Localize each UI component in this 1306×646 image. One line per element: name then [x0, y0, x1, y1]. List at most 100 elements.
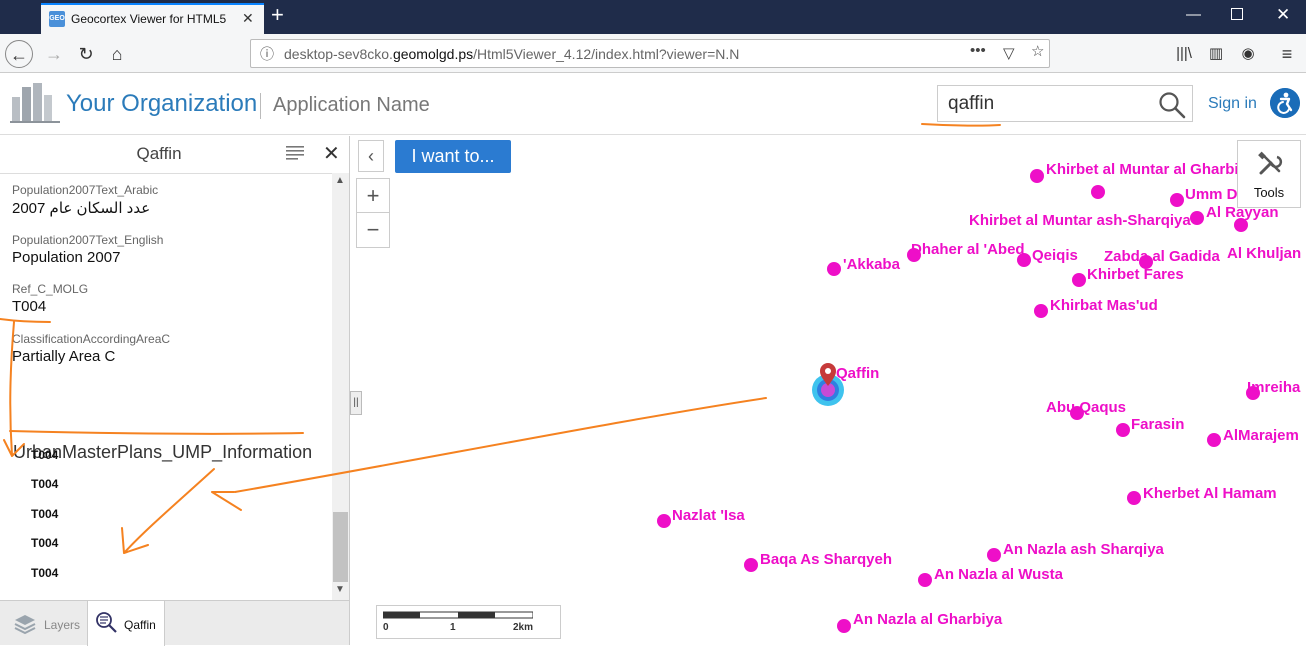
- place-marker[interactable]: [827, 262, 841, 276]
- new-tab-icon[interactable]: +: [271, 4, 284, 26]
- search-icon[interactable]: [1158, 91, 1186, 119]
- list-item[interactable]: T004: [31, 507, 58, 521]
- place-label: Khirbet al Muntar ash-Sharqiya: [969, 212, 1191, 229]
- field-label: Population2007Text_Arabic: [12, 183, 159, 197]
- tab-layers[interactable]: Layers: [0, 601, 87, 646]
- panel-scrollbar[interactable]: ▲ ▼: [332, 173, 349, 600]
- accessibility-icon[interactable]: [1270, 88, 1300, 118]
- place-label: AlMarajem: [1223, 427, 1299, 444]
- url-bar[interactable]: ⓘ desktop-sev8cko.geomolgd.ps/Html5Viewe…: [250, 39, 1050, 68]
- place-marker[interactable]: [1234, 218, 1248, 232]
- forward-arrow-icon[interactable]: →: [40, 40, 68, 68]
- selected-place-label: Qaffin: [836, 365, 879, 382]
- place-marker[interactable]: [744, 558, 758, 572]
- app-header: Your Organization Application Name Sign …: [0, 73, 1306, 135]
- place-label: Nazlat 'Isa: [672, 507, 745, 524]
- scrollbar-thumb[interactable]: [333, 512, 348, 582]
- map-canvas[interactable]: Khirbet al Muntar al GharbiyaUmm DarKhir…: [350, 136, 1306, 645]
- place-label: 'Akkaba: [843, 256, 901, 273]
- place-label: Abu Qaqus: [1046, 399, 1126, 416]
- place-marker[interactable]: [1072, 273, 1086, 287]
- scroll-down-icon[interactable]: ▼: [335, 584, 345, 595]
- sign-in-link[interactable]: Sign in: [1208, 95, 1257, 113]
- i-want-to-button[interactable]: I want to...: [395, 140, 511, 173]
- place-marker[interactable]: [987, 548, 1001, 562]
- collapse-panel-button[interactable]: ‹: [358, 140, 384, 172]
- minimize-icon[interactable]: —: [1186, 6, 1201, 23]
- browser-tab[interactable]: GEO Geocortex Viewer for HTML5 ✕: [41, 3, 264, 34]
- field-label: Population2007Text_English: [12, 233, 164, 247]
- application-name: Application Name: [273, 94, 430, 116]
- place-marker[interactable]: [837, 619, 851, 633]
- place-label: Zabda al Gadida: [1104, 248, 1221, 265]
- field-label: Ref_C_MOLG: [12, 282, 89, 296]
- results-list-icon: [96, 612, 117, 633]
- browser-nav-bar: ← → ↻ ⌂ ⓘ desktop-sev8cko.geomolgd.ps/Ht…: [0, 34, 1306, 73]
- pocket-icon[interactable]: ▽: [1003, 44, 1015, 62]
- panel-title: Qaffin: [136, 144, 182, 163]
- place-marker[interactable]: [1017, 253, 1031, 267]
- search-box[interactable]: [937, 85, 1193, 122]
- zoom-out-button[interactable]: −: [357, 214, 389, 248]
- browser-tab-bar: GEO Geocortex Viewer for HTML5 ✕ + — ✕: [0, 0, 1306, 34]
- field-value: Population 2007: [12, 249, 121, 266]
- place-markers-layer: Khirbet al Muntar al GharbiyaUmm DarKhir…: [657, 161, 1301, 633]
- back-arrow-icon[interactable]: ←: [5, 40, 33, 68]
- place-marker[interactable]: [1030, 169, 1044, 183]
- place-marker[interactable]: [1170, 193, 1184, 207]
- place-label: Khirbet al Muntar al Gharbiya: [1046, 161, 1256, 178]
- list-item[interactable]: T004: [31, 536, 58, 550]
- page-actions-icon[interactable]: •••: [970, 42, 986, 59]
- list-item[interactable]: T004: [31, 448, 58, 462]
- panel-resize-handle[interactable]: ||: [350, 391, 362, 415]
- library-icon[interactable]: |||\: [1170, 40, 1198, 68]
- place-label: Imreiha: [1247, 379, 1301, 396]
- reload-icon[interactable]: ↻: [72, 40, 100, 68]
- place-marker[interactable]: [1190, 211, 1204, 225]
- maximize-icon[interactable]: [1231, 8, 1243, 20]
- scale-label: 2km: [513, 622, 534, 633]
- place-label: An Nazla al Gharbiya: [853, 611, 1003, 628]
- tab-close-icon[interactable]: ✕: [242, 10, 254, 27]
- results-panel: Qaffin ✕ Population2007Text_Arabic عدد ا…: [0, 136, 350, 646]
- field-value: Partially Area C: [12, 348, 116, 365]
- place-marker[interactable]: [1207, 433, 1221, 447]
- scroll-up-icon[interactable]: ▲: [335, 175, 345, 186]
- map-view[interactable]: Khirbet al Muntar al Gharbiya Umm Dar Khir…: [350, 136, 1306, 645]
- tools-button[interactable]: Tools: [1237, 140, 1301, 208]
- place-label: Farasin: [1131, 416, 1184, 433]
- scale-label: 1: [450, 622, 456, 633]
- search-input[interactable]: [948, 92, 1148, 116]
- city-logo-icon: [10, 83, 60, 123]
- place-marker[interactable]: [657, 514, 671, 528]
- place-marker[interactable]: [918, 573, 932, 587]
- url-text: desktop-sev8cko.geomolgd.ps/Html5Viewer_…: [284, 46, 740, 62]
- scale-bar: 0 1 2km: [376, 605, 561, 639]
- scale-label: 0: [383, 622, 389, 633]
- window-close-icon[interactable]: ✕: [1276, 5, 1290, 25]
- place-label: An Nazla al Wusta: [934, 566, 1064, 583]
- place-marker[interactable]: [1127, 491, 1141, 505]
- place-label: An Nazla ash Sharqiya: [1003, 541, 1165, 558]
- organization-name[interactable]: Your Organization: [66, 90, 257, 118]
- tab-qaffin[interactable]: Qaffin: [87, 601, 165, 646]
- place-label: Dhaher al 'Abed: [911, 241, 1025, 258]
- place-marker[interactable]: [1034, 304, 1048, 318]
- list-item[interactable]: T004: [31, 566, 58, 580]
- panel-menu-icon[interactable]: [286, 146, 304, 160]
- field-value: T004: [12, 298, 47, 315]
- layers-icon: [14, 615, 36, 635]
- bookmark-star-icon[interactable]: ☆: [1031, 42, 1044, 60]
- site-info-icon[interactable]: ⓘ: [260, 44, 274, 64]
- zoom-in-button[interactable]: +: [357, 179, 389, 213]
- list-item[interactable]: T004: [31, 477, 58, 491]
- sidebar-toggle-icon[interactable]: ▥: [1202, 40, 1230, 68]
- place-marker[interactable]: [1116, 423, 1130, 437]
- panel-close-icon[interactable]: ✕: [323, 141, 340, 166]
- place-label: Kherbet Al Hamam: [1143, 485, 1277, 502]
- tools-label: Tools: [1253, 185, 1285, 200]
- place-marker[interactable]: [1091, 185, 1105, 199]
- account-icon[interactable]: ◉: [1234, 40, 1262, 68]
- hamburger-menu-icon[interactable]: ≡: [1273, 40, 1301, 68]
- home-icon[interactable]: ⌂: [103, 40, 131, 68]
